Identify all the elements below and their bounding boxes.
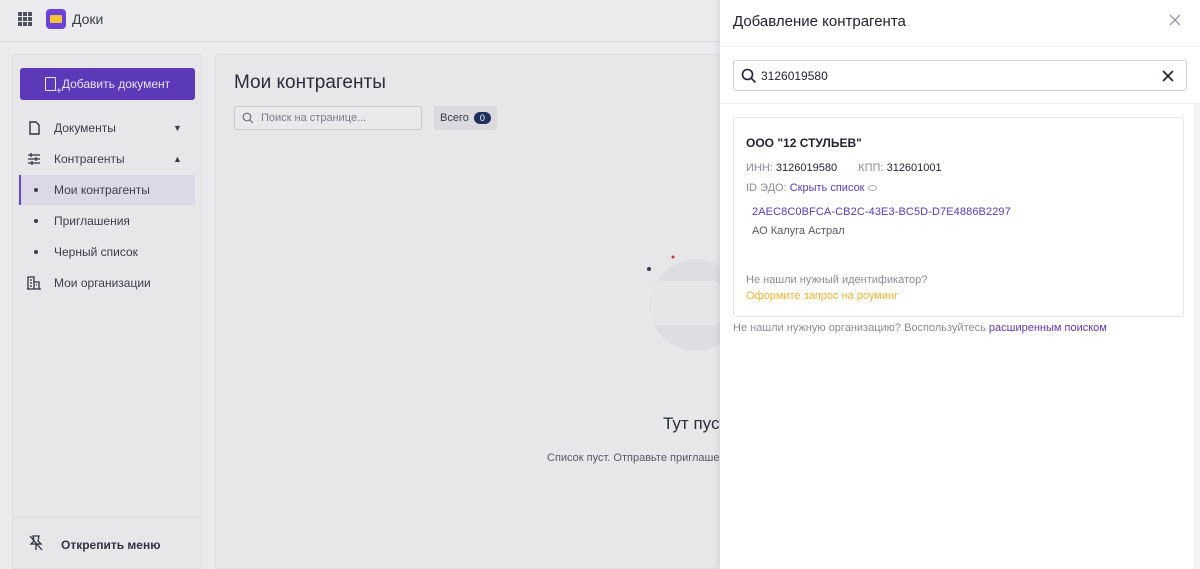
divider xyxy=(720,103,1200,104)
inn-kpp-row: ИНН: 3126019580 КПП: 312601001 xyxy=(746,162,942,174)
chevron-down-icon: ▼ xyxy=(173,123,182,133)
unpin-icon xyxy=(29,535,43,551)
hide-list-link[interactable]: Скрыть список xyxy=(790,182,865,194)
kpp-value: 312601001 xyxy=(886,162,942,174)
sidebar-item-label: Контрагенты xyxy=(54,152,125,166)
page-title: Мои контрагенты xyxy=(234,72,386,93)
edo-id-label: ID ЭДО: xyxy=(746,182,787,194)
chevron-up-icon: ▲ xyxy=(173,154,182,164)
bullet-icon xyxy=(34,219,38,223)
organization-name: ООО "12 СТУЛЬЕВ" xyxy=(746,136,862,150)
sidebar-item-label: Документы xyxy=(54,121,116,135)
scrollbar[interactable] xyxy=(1194,104,1200,569)
kpp-label: КПП: xyxy=(858,162,884,174)
unpin-menu-label: Открепить меню xyxy=(61,538,161,552)
sidebar-item-label: Мои контрагенты xyxy=(54,183,150,197)
counterparty-search-input[interactable] xyxy=(761,67,1151,85)
advanced-search-link[interactable]: расширенным поиском xyxy=(989,322,1107,334)
inn-label: ИНН: xyxy=(746,162,773,174)
sidebar-item-counterparties[interactable]: Контрагенты ▲ xyxy=(13,144,195,174)
sidebar-item-documents[interactable]: Документы ▼ xyxy=(13,113,195,143)
empty-state-title: Тут пуст xyxy=(663,414,720,433)
sidebar-item-invitations[interactable]: Приглашения xyxy=(13,206,195,236)
search-icon xyxy=(741,68,757,84)
sidebar-item-my-counterparties[interactable]: Мои контрагенты xyxy=(19,175,195,205)
main-content: Мои контрагенты Всего 0 Тут пуст Список … xyxy=(215,54,735,569)
document-icon xyxy=(29,121,40,135)
page-search[interactable] xyxy=(234,106,422,130)
advanced-search-text: Не нашли нужную организацию? Воспользуйт… xyxy=(733,322,986,334)
sidebar-item-my-organizations[interactable]: Мои организации xyxy=(13,268,195,298)
edo-operator: АО Калуга Астрал xyxy=(752,225,845,237)
bullet-icon xyxy=(34,188,38,192)
edo-id-row: ID ЭДО: Скрыть список xyxy=(746,182,877,194)
sidebar-item-label: Мои организации xyxy=(54,276,151,290)
panel-title: Добавление контрагента xyxy=(733,13,906,30)
empty-state-illustration xyxy=(647,255,720,351)
add-counterparty-panel: Добавление контрагента ООО "12 СТУЛЬЕВ" … xyxy=(720,0,1200,569)
empty-state-text: Список пуст. Отправьте приглаше xyxy=(547,452,720,464)
bullet-icon xyxy=(34,250,38,254)
page-search-input[interactable] xyxy=(261,110,416,126)
app-title: Доки xyxy=(72,11,104,27)
inn-value: 3126019580 xyxy=(775,162,838,174)
not-found-id-text: Не нашли нужный идентификатор? xyxy=(746,274,928,286)
roaming-request-link[interactable]: Оформите запрос на роуминг xyxy=(746,290,898,302)
unpin-menu-button[interactable]: Открепить меню xyxy=(13,517,201,567)
search-icon xyxy=(242,112,254,124)
add-document-label: Добавить документ xyxy=(61,77,171,91)
app-logo-icon[interactable] xyxy=(46,9,66,29)
total-count-badge: 0 xyxy=(473,112,491,124)
sidebar-item-label: Черный список xyxy=(54,245,138,259)
building-icon xyxy=(27,276,41,290)
sliders-icon xyxy=(28,153,40,165)
eye-off-icon[interactable] xyxy=(867,185,877,192)
add-document-icon xyxy=(44,77,62,97)
advanced-search-note: Не нашли нужную организацию? Воспользуйт… xyxy=(733,322,1107,334)
total-label: Всего xyxy=(440,112,469,124)
counterparty-search[interactable] xyxy=(733,60,1187,91)
add-document-button[interactable]: Добавить документ xyxy=(20,68,195,100)
divider xyxy=(720,46,1200,47)
close-icon[interactable] xyxy=(1167,12,1183,28)
clear-search-icon[interactable] xyxy=(1161,69,1175,83)
total-counter: Всего 0 xyxy=(434,106,497,130)
apps-grid-icon[interactable] xyxy=(18,12,32,26)
sidebar-item-blacklist[interactable]: Черный список xyxy=(13,237,195,267)
sidebar: Добавить документ Документы ▼ Контрагент… xyxy=(12,54,202,569)
search-result-card[interactable]: ООО "12 СТУЛЬЕВ" ИНН: 3126019580 КПП: 31… xyxy=(733,117,1184,317)
sidebar-item-label: Приглашения xyxy=(54,214,130,228)
edo-id-value[interactable]: 2AEC8C0BFCA-CB2C-43E3-BC5D-D7E4886B2297 xyxy=(752,206,1011,218)
